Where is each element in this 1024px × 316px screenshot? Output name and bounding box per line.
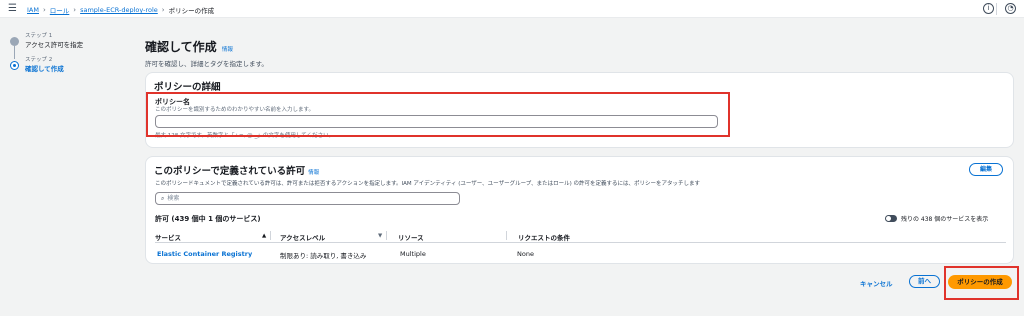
cancel-button[interactable]: キャンセル bbox=[860, 278, 893, 288]
chevron-right-icon: › bbox=[42, 6, 46, 14]
column-header-resource[interactable]: リソース bbox=[398, 232, 424, 242]
toggle-label: 残りの 438 個のサービスを表示 bbox=[901, 216, 989, 223]
step-number: ステップ 1 bbox=[25, 33, 53, 39]
previous-button[interactable]: 前へ bbox=[909, 275, 940, 288]
toggle-switch[interactable] bbox=[885, 215, 897, 222]
info-circle-icon[interactable]: i bbox=[983, 3, 994, 14]
permissions-card: このポリシーで定義されている許可 情報 編集 このポリシードキュメントで定義されて… bbox=[145, 156, 1014, 264]
column-divider bbox=[386, 231, 387, 240]
step-1[interactable]: ステップ 1 アクセス許可を指定 bbox=[10, 31, 120, 59]
chevron-right-icon: › bbox=[73, 6, 77, 14]
breadcrumb-roles[interactable]: ロール bbox=[50, 5, 70, 15]
access-level-cell: 制限あり: 読み取り, 書き込み bbox=[280, 252, 367, 260]
step-title: 確認して作成 bbox=[25, 65, 64, 73]
info-link[interactable]: 情報 bbox=[308, 170, 319, 176]
wizard-steps: ステップ 1 アクセス許可を指定 ステップ 2 確認して作成 bbox=[10, 31, 120, 79]
sort-asc-icon[interactable]: ▲ bbox=[262, 233, 266, 239]
sort-desc-icon[interactable]: ▼ bbox=[378, 233, 382, 239]
breadcrumb-current: ポリシーの作成 bbox=[168, 7, 215, 15]
resource-cell: Multiple bbox=[400, 250, 426, 258]
page-header: 確認して作成 情報 許可を確認し、詳細とタグを指定します。 bbox=[145, 38, 268, 68]
step-2: ステップ 2 確認して作成 bbox=[10, 55, 120, 79]
highlight-box bbox=[944, 266, 1019, 300]
permissions-title: このポリシーで定義されている許可 bbox=[154, 166, 306, 177]
search-placeholder: 検索 bbox=[167, 195, 180, 202]
permissions-description: このポリシードキュメントで定義されている許可は、許可または拒否するアクションを指… bbox=[155, 181, 700, 187]
page-description: 許可を確認し、詳細とタグを指定します。 bbox=[145, 60, 268, 68]
service-link[interactable]: Elastic Container Registry bbox=[157, 250, 252, 258]
chevron-right-icon: › bbox=[161, 6, 165, 14]
column-divider bbox=[506, 231, 507, 240]
settings-icon[interactable]: ◔ bbox=[1005, 3, 1016, 14]
hamburger-icon[interactable]: ☰ bbox=[8, 4, 17, 14]
search-input[interactable]: ⌕ 検索 bbox=[155, 192, 460, 205]
permissions-summary: 許可 (439 個中 1 個のサービス) bbox=[155, 215, 261, 223]
table-header: サービス ▲ アクセスレベル ▼ リソース リクエストの条件 bbox=[155, 229, 1006, 243]
search-icon: ⌕ bbox=[161, 195, 165, 202]
condition-cell: None bbox=[517, 250, 534, 258]
card-title: ポリシーの詳細 bbox=[154, 82, 221, 93]
card-title: このポリシーで定義されている許可 情報 bbox=[154, 163, 319, 177]
page-title: 確認して作成 bbox=[145, 40, 217, 54]
breadcrumb-iam[interactable]: IAM bbox=[27, 6, 39, 14]
highlight-box bbox=[146, 92, 730, 137]
column-divider bbox=[270, 231, 271, 240]
step-title: アクセス許可を指定 bbox=[25, 41, 84, 49]
step-dot bbox=[10, 37, 19, 46]
table-row: Elastic Container Registry 制限あり: 読み取り, 書… bbox=[155, 248, 1006, 260]
column-header-service[interactable]: サービス bbox=[155, 232, 181, 242]
step-dot-active bbox=[10, 61, 19, 70]
breadcrumb-role[interactable]: sample-ECR-deploy-role bbox=[80, 6, 158, 14]
show-remaining-toggle[interactable]: 残りの 438 個のサービスを表示 bbox=[885, 214, 988, 223]
top-bar: ☰ IAM › ロール › sample-ECR-deploy-role › ポ… bbox=[0, 0, 1024, 18]
divider bbox=[996, 3, 997, 15]
step-number: ステップ 2 bbox=[25, 57, 53, 63]
column-header-condition[interactable]: リクエストの条件 bbox=[518, 232, 570, 242]
edit-button[interactable]: 編集 bbox=[969, 163, 1003, 176]
column-header-access[interactable]: アクセスレベル bbox=[280, 232, 325, 242]
info-link[interactable]: 情報 bbox=[222, 47, 233, 53]
breadcrumb: IAM › ロール › sample-ECR-deploy-role › ポリシ… bbox=[27, 5, 214, 15]
